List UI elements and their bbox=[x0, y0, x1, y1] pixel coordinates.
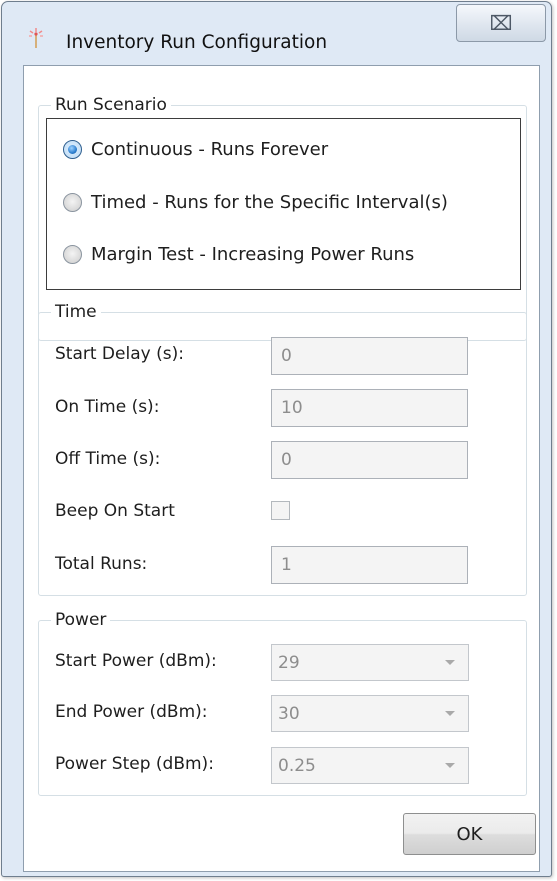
ok-button[interactable]: OK bbox=[403, 813, 536, 855]
radio-button-margin-test[interactable] bbox=[63, 245, 82, 264]
beep-on-start-checkbox[interactable] bbox=[271, 501, 290, 520]
power-step-label: Power Step (dBm): bbox=[55, 754, 214, 774]
close-button[interactable]: ⌧ bbox=[456, 4, 546, 42]
on-time-input[interactable]: 10 bbox=[271, 389, 468, 427]
off-time-value: 0 bbox=[281, 450, 292, 470]
start-power-label: Start Power (dBm): bbox=[55, 651, 217, 671]
radio-continuous[interactable]: Continuous - Runs Forever bbox=[63, 139, 328, 160]
dialog-window: Inventory Run Configuration ⌧ Run Scenar… bbox=[1, 1, 552, 877]
radio-margin-test-label[interactable]: Margin Test - Increasing Power Runs bbox=[91, 244, 414, 265]
dialog-content: Run Scenario Continuous - Runs Forever T… bbox=[23, 65, 540, 872]
start-power-select[interactable]: 29 bbox=[271, 644, 469, 681]
total-runs-value: 1 bbox=[281, 555, 292, 575]
end-power-select[interactable]: 30 bbox=[271, 695, 469, 732]
power-step-value: 0.25 bbox=[278, 755, 316, 776]
close-icon: ⌧ bbox=[489, 11, 513, 35]
radio-margin-test[interactable]: Margin Test - Increasing Power Runs bbox=[63, 244, 414, 265]
beep-on-start-label: Beep On Start bbox=[55, 501, 175, 521]
chevron-down-icon bbox=[445, 711, 455, 716]
run-scenario-options: Continuous - Runs Forever Timed - Runs f… bbox=[46, 118, 521, 290]
start-delay-value: 0 bbox=[281, 346, 292, 366]
on-time-value: 10 bbox=[281, 398, 303, 418]
radio-selected-dot bbox=[68, 145, 77, 154]
start-delay-label: Start Delay (s): bbox=[55, 344, 184, 364]
radio-timed-label[interactable]: Timed - Runs for the Specific Interval(s… bbox=[91, 192, 448, 213]
start-delay-input[interactable]: 0 bbox=[271, 337, 468, 375]
chevron-down-icon bbox=[445, 763, 455, 768]
power-legend: Power bbox=[51, 608, 111, 632]
power-step-select[interactable]: 0.25 bbox=[271, 747, 469, 784]
run-scenario-group: Run Scenario Continuous - Runs Forever T… bbox=[38, 93, 527, 341]
end-power-value: 30 bbox=[278, 703, 300, 724]
off-time-label: Off Time (s): bbox=[55, 449, 161, 469]
window-title: Inventory Run Configuration bbox=[66, 32, 328, 53]
run-scenario-legend: Run Scenario bbox=[51, 93, 171, 117]
power-group: Power Start Power (dBm): 29 End Power (d… bbox=[38, 608, 527, 796]
total-runs-input[interactable]: 1 bbox=[271, 546, 468, 584]
on-time-label: On Time (s): bbox=[55, 397, 160, 417]
start-power-value: 29 bbox=[278, 652, 300, 673]
radio-button-continuous[interactable] bbox=[63, 140, 82, 159]
chevron-down-icon bbox=[445, 660, 455, 665]
radio-timed[interactable]: Timed - Runs for the Specific Interval(s… bbox=[63, 192, 448, 213]
antenna-icon bbox=[26, 27, 46, 49]
title-bar[interactable]: Inventory Run Configuration ⌧ bbox=[2, 2, 551, 62]
time-group: Time Start Delay (s): 0 On Time (s): 10 … bbox=[38, 300, 527, 596]
off-time-input[interactable]: 0 bbox=[271, 441, 468, 479]
time-legend: Time bbox=[51, 300, 101, 324]
radio-button-timed[interactable] bbox=[63, 193, 82, 212]
radio-continuous-label[interactable]: Continuous - Runs Forever bbox=[91, 139, 328, 160]
end-power-label: End Power (dBm): bbox=[55, 702, 208, 722]
total-runs-label: Total Runs: bbox=[55, 554, 148, 574]
